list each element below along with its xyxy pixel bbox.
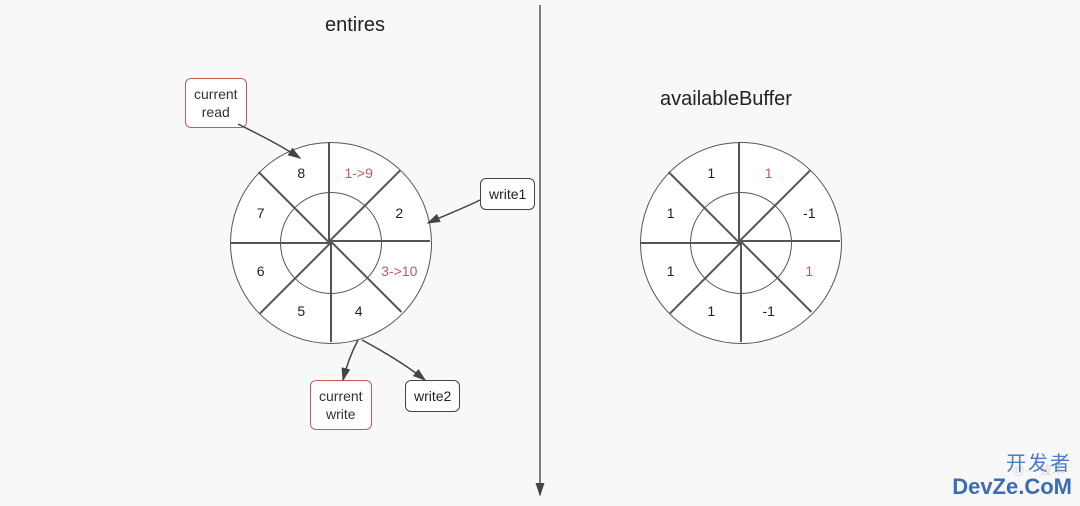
watermark-en: DevZe.CoM <box>952 474 1072 500</box>
buffer-segment-label: 1 <box>744 165 794 181</box>
entries-spoke <box>230 242 330 244</box>
entries-spoke <box>330 241 430 243</box>
entries-segment-label: 7 <box>236 205 286 221</box>
entries-segment-label: 2 <box>374 205 424 221</box>
watermark-faint: @·· ·技术·· <box>1013 461 1073 478</box>
arrow-write2 <box>362 340 425 380</box>
buffer-spoke <box>740 241 840 243</box>
buffer-spoke <box>739 142 741 242</box>
buffer-segment-label: 1 <box>686 303 736 319</box>
entries-segment-label: 8 <box>276 165 326 181</box>
arrow-current-write <box>343 340 358 380</box>
buffer-segment-label: -1 <box>784 205 834 221</box>
buffer-segment-label: 1 <box>686 165 736 181</box>
entries-spoke <box>330 242 332 342</box>
watermark-cn: 开发者 <box>952 447 1072 476</box>
left-title: entires <box>325 14 385 37</box>
arrow-write1 <box>428 200 480 223</box>
buffer-spoke <box>640 242 740 244</box>
buffer-spoke <box>740 242 742 342</box>
buffer-segment-label: -1 <box>744 303 794 319</box>
write2-box: write2 <box>405 380 460 412</box>
entries-segment-label: 1->9 <box>334 165 384 181</box>
write1-box: write1 <box>480 178 535 210</box>
entries-spoke <box>329 142 331 242</box>
buffer-segment-label: 1 <box>784 263 834 279</box>
right-title: availableBuffer <box>660 88 792 111</box>
entries-segment-label: 6 <box>236 263 286 279</box>
entries-segment-label: 5 <box>276 303 326 319</box>
buffer-segment-label: 1 <box>646 263 696 279</box>
buffer-segment-label: 1 <box>646 205 696 221</box>
entries-segment-label: 3->10 <box>374 263 424 279</box>
current-write-box: current write <box>310 380 372 430</box>
arrows-layer <box>0 0 1080 506</box>
current-read-box: current read <box>185 78 247 128</box>
entries-segment-label: 4 <box>334 303 384 319</box>
entries-ring: 1->9 2 3->10 45 6 7 8 <box>230 142 430 342</box>
availablebuffer-ring: 1-11-11111 <box>640 142 840 342</box>
watermark: @·· ·技术·· 开发者 DevZe.CoM <box>952 447 1072 500</box>
